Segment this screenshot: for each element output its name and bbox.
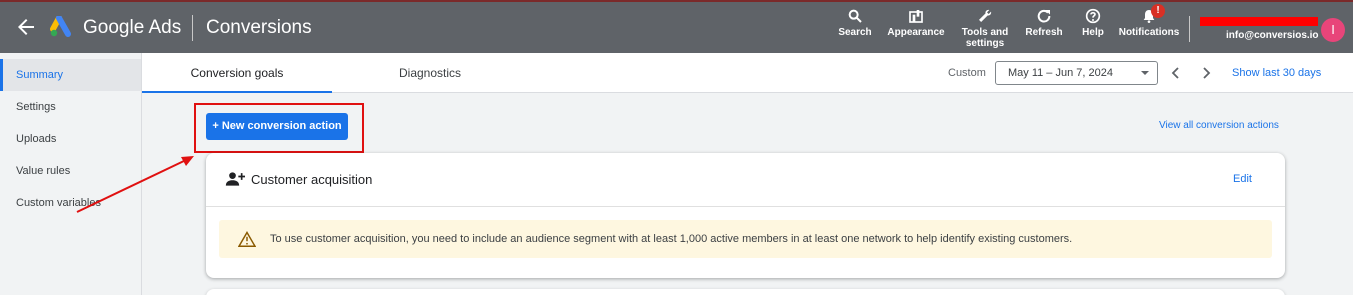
- date-range-type-label: Custom: [948, 67, 986, 79]
- date-range-value: May 11 – Jun 7, 2024: [1008, 67, 1113, 79]
- tools-settings-label-2: settings: [965, 38, 1005, 49]
- view-all-conversion-actions-link[interactable]: View all conversion actions: [1159, 120, 1279, 131]
- help-tool-button[interactable]: Help: [1076, 8, 1110, 38]
- page-title: Conversions: [206, 17, 312, 38]
- top-app-bar: Google Ads Conversions Search Appearance…: [0, 0, 1353, 53]
- next-card: [206, 289, 1285, 295]
- wrench-icon: [979, 9, 992, 22]
- chevron-left-icon[interactable]: [1168, 65, 1184, 81]
- sidebar: Summary Settings Uploads Value rules Cus…: [0, 53, 142, 295]
- sidebar-item-settings[interactable]: Settings: [0, 91, 141, 123]
- account-email: info@conversios.io: [1226, 30, 1319, 41]
- chevron-right-icon[interactable]: [1198, 65, 1214, 81]
- date-range-select[interactable]: May 11 – Jun 7, 2024: [995, 61, 1158, 85]
- help-tool-label: Help: [1082, 27, 1104, 38]
- refresh-tool-button[interactable]: Refresh: [1022, 8, 1066, 38]
- card-title: Customer acquisition: [251, 172, 373, 187]
- card-divider: [206, 206, 1285, 207]
- help-icon: [1085, 8, 1101, 24]
- back-arrow-icon[interactable]: [14, 15, 38, 39]
- show-last-30-days-link[interactable]: Show last 30 days: [1232, 67, 1321, 79]
- warning-banner: To use customer acquisition, you need to…: [219, 220, 1272, 258]
- sidebar-item-uploads[interactable]: Uploads: [0, 123, 141, 155]
- tools-settings-label-1: Tools and: [961, 27, 1009, 38]
- redacted-account-name: [1200, 17, 1318, 26]
- sidebar-item-custom-variables[interactable]: Custom variables: [0, 187, 141, 219]
- tab-conversion-goals[interactable]: Conversion goals: [142, 53, 332, 93]
- sidebar-item-value-rules[interactable]: Value rules: [0, 155, 141, 187]
- search-icon: [848, 9, 862, 23]
- sidebar-item-summary[interactable]: Summary: [0, 59, 141, 91]
- brand-name: Google Ads: [83, 17, 182, 38]
- notifications-tool-label: Notifications: [1118, 27, 1180, 38]
- tab-diagnostics[interactable]: Diagnostics: [370, 53, 490, 93]
- google-ads-logo-icon: [50, 16, 71, 37]
- appearance-tool-label: Appearance: [887, 27, 945, 38]
- search-tool-label: Search: [838, 27, 872, 38]
- refresh-icon: [1037, 9, 1051, 23]
- refresh-tool-label: Refresh: [1025, 27, 1063, 38]
- edit-link[interactable]: Edit: [1233, 173, 1252, 185]
- warning-icon: [238, 231, 256, 247]
- notification-badge: !: [1151, 4, 1165, 18]
- annotation-highlight-box: [194, 103, 364, 153]
- tools-settings-button[interactable]: Tools and settings: [958, 8, 1012, 49]
- search-tool-button[interactable]: Search: [836, 8, 874, 38]
- person-add-icon: [225, 172, 245, 186]
- warning-text: To use customer acquisition, you need to…: [270, 233, 1073, 245]
- account-divider: [1189, 16, 1190, 42]
- customer-acquisition-card: Customer acquisition Edit To use custome…: [206, 153, 1285, 278]
- dropdown-caret-icon: [1141, 71, 1149, 75]
- tab-strip: Conversion goals Diagnostics Custom May …: [142, 53, 1353, 93]
- avatar[interactable]: I: [1321, 18, 1345, 42]
- notifications-tool-button[interactable]: ! Notifications: [1118, 4, 1180, 38]
- appearance-tool-button[interactable]: Appearance: [886, 8, 946, 38]
- title-divider: [192, 15, 193, 41]
- appearance-icon: [909, 10, 923, 23]
